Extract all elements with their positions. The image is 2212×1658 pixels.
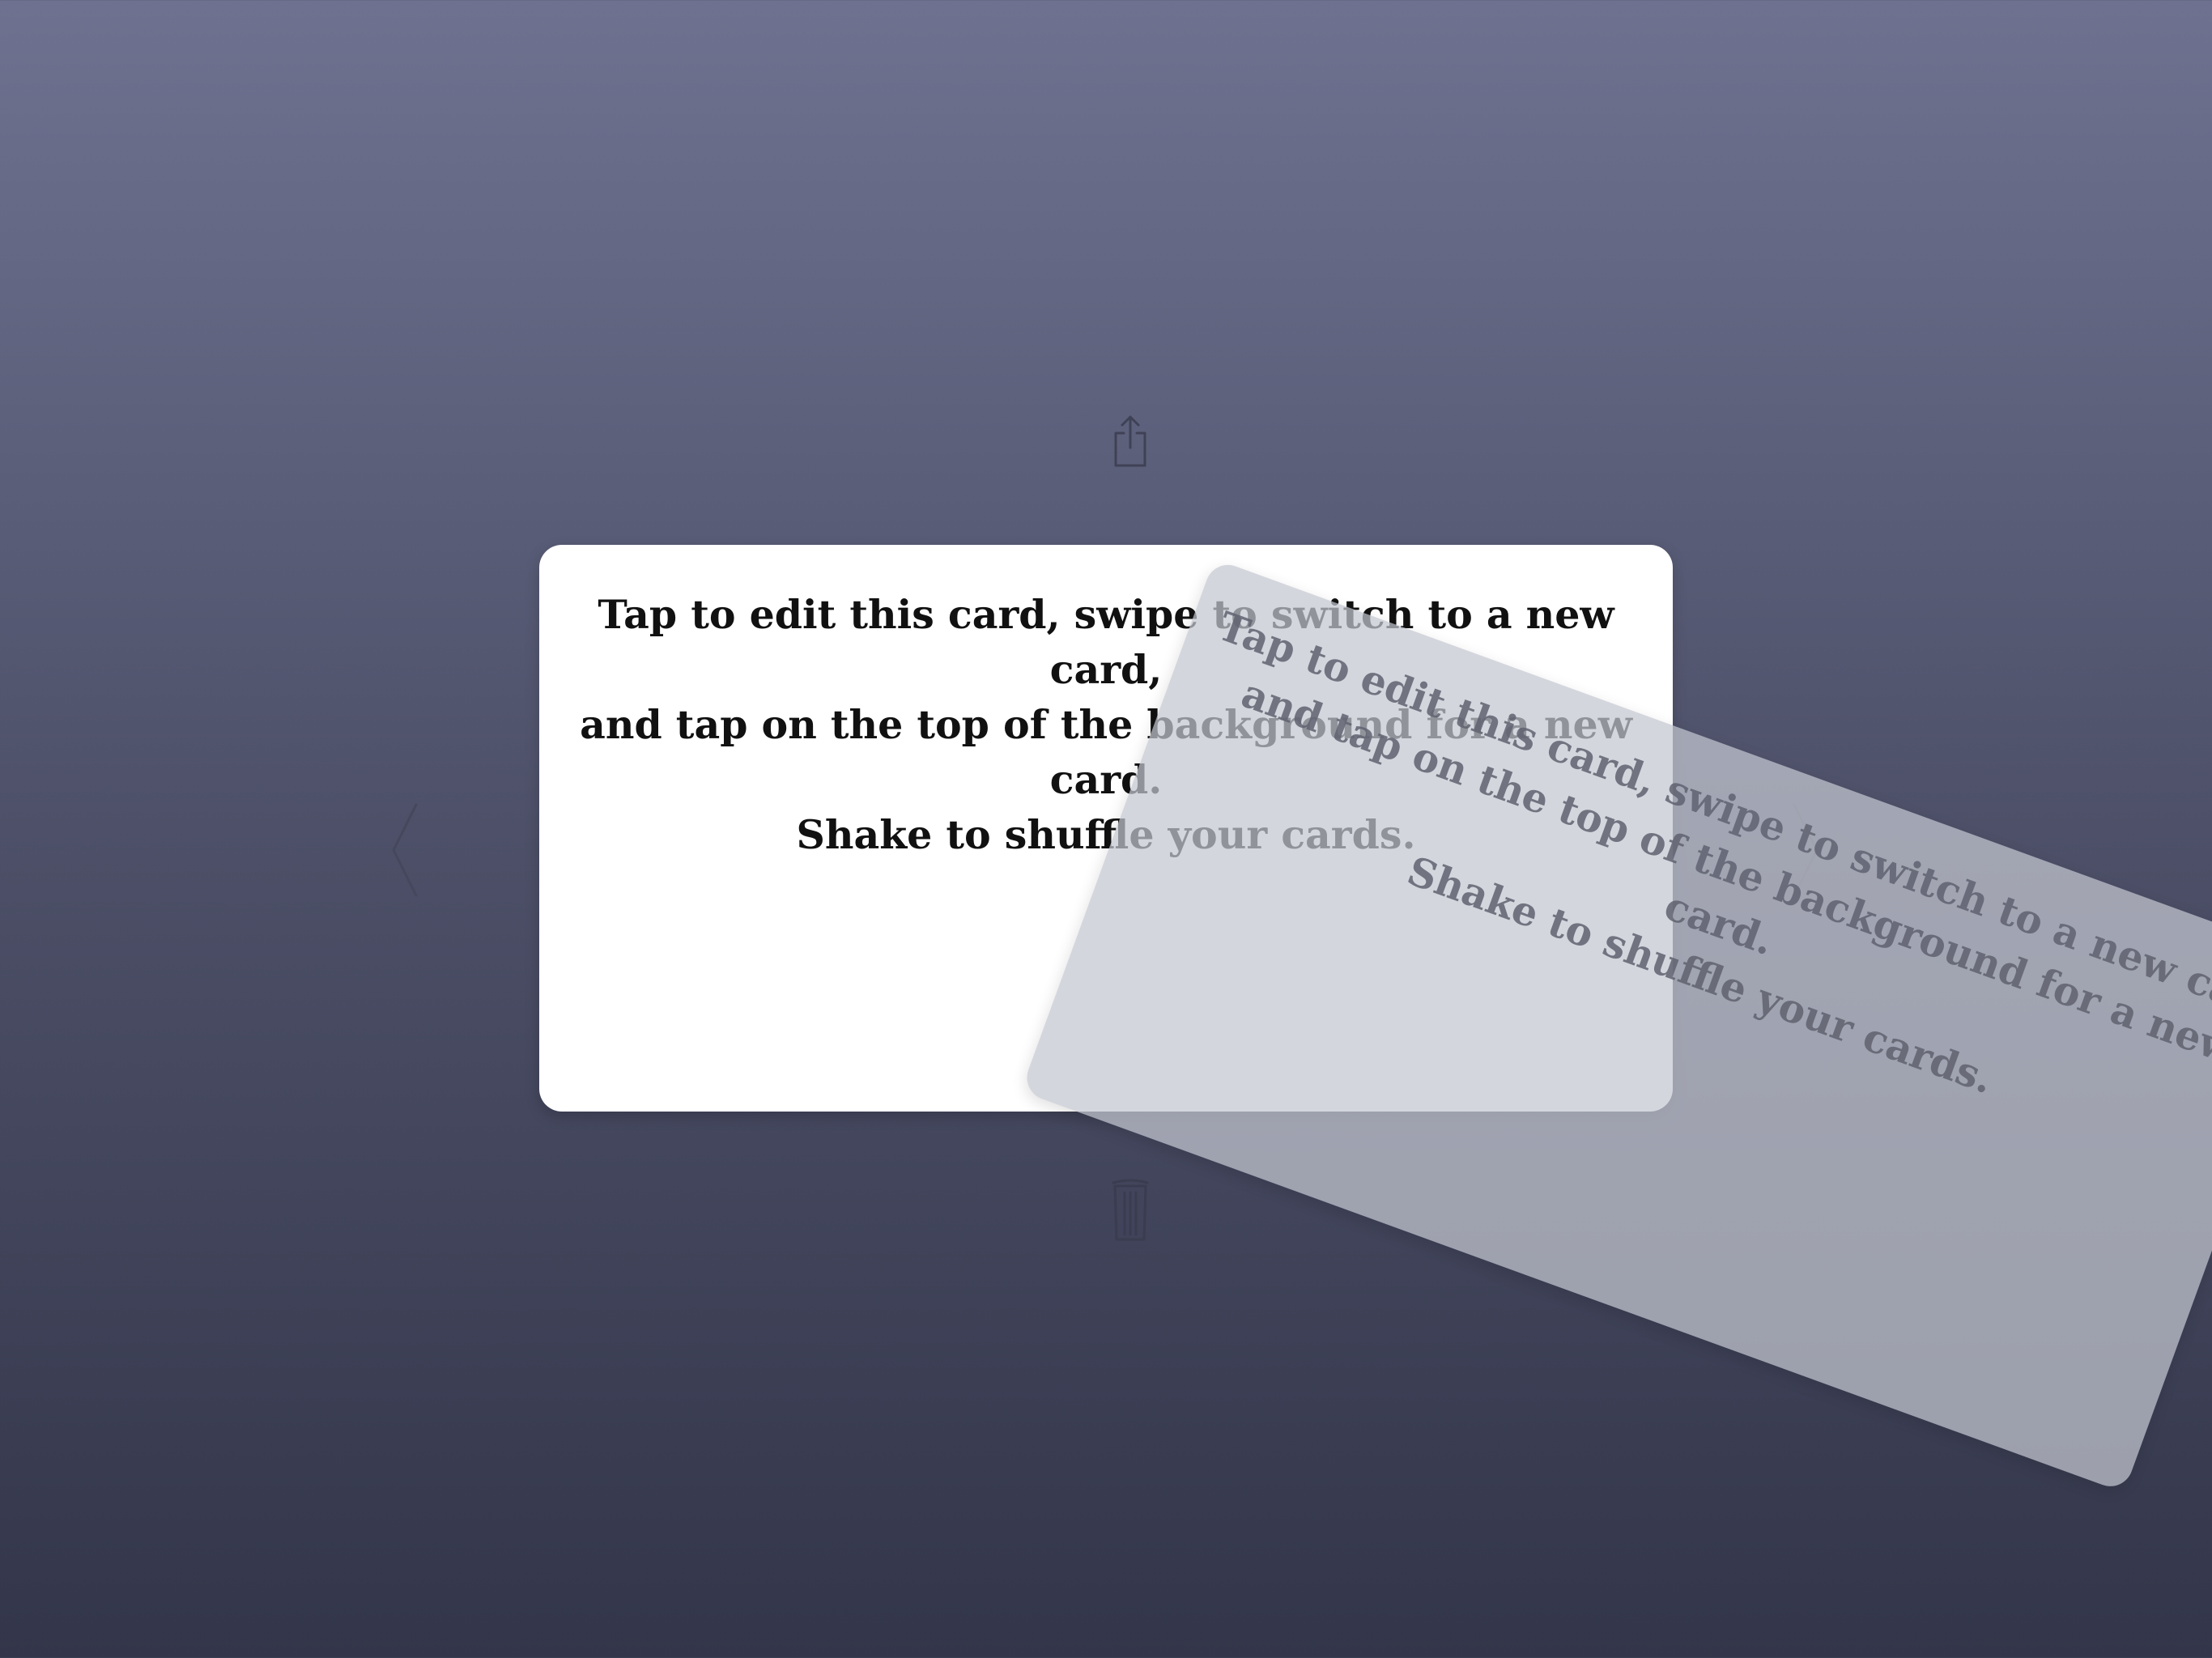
delete-card-button[interactable] bbox=[1098, 1174, 1163, 1247]
previous-card-button[interactable] bbox=[381, 797, 429, 903]
chevron-left-icon bbox=[389, 801, 421, 899]
new-card-tap-zone[interactable] bbox=[0, 0, 2212, 389]
share-icon bbox=[1106, 412, 1155, 470]
share-button[interactable] bbox=[1098, 409, 1163, 474]
trash-icon bbox=[1110, 1178, 1151, 1243]
